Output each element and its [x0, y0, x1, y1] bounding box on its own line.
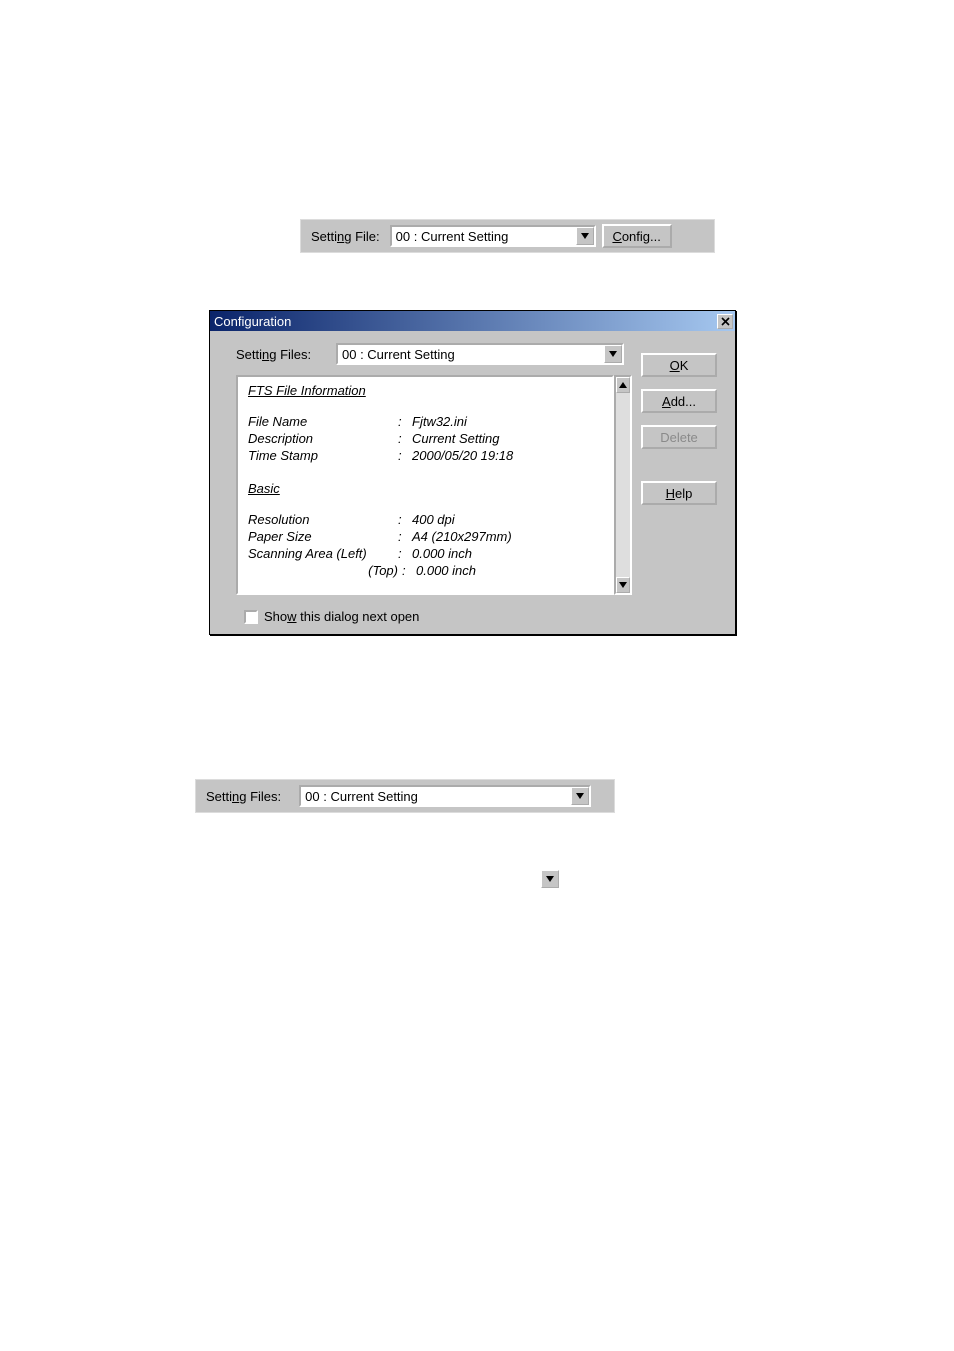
info-row-timestamp: Time Stamp : 2000/05/20 19:18 [248, 448, 602, 463]
setting-files-bar-combo[interactable] [299, 785, 591, 807]
scroll-down-icon[interactable] [616, 577, 630, 593]
setting-files-input[interactable] [338, 345, 604, 363]
dialog-body: Setting Files: FTS File Information File… [210, 331, 735, 634]
dialog-button-column: OK Add... Delete Help [641, 353, 717, 505]
info-panel: FTS File Information File Name : Fjtw32.… [236, 375, 614, 595]
chevron-down-icon[interactable] [576, 227, 594, 245]
help-button[interactable]: Help [641, 481, 717, 505]
config-button[interactable]: Config... [602, 224, 672, 248]
setting-file-combo[interactable] [390, 225, 596, 247]
setting-file-label: Setting File: [305, 229, 390, 244]
add-button[interactable]: Add... [641, 389, 717, 413]
info-row-scan-left: Scanning Area (Left) : 0.000 inch [248, 546, 602, 561]
setting-files-bar-input[interactable] [301, 787, 571, 805]
chevron-down-icon[interactable] [541, 870, 559, 888]
setting-file-bar: Setting File: Config... [300, 219, 715, 253]
delete-button: Delete [641, 425, 717, 449]
chevron-down-icon[interactable] [571, 787, 589, 805]
setting-file-input[interactable] [392, 227, 576, 245]
dialog-title: Configuration [214, 314, 291, 329]
info-row-description: Description : Current Setting [248, 431, 602, 446]
info-heading-fts: FTS File Information [248, 383, 602, 398]
info-heading-basic: Basic [248, 481, 602, 496]
show-dialog-checkbox[interactable] [244, 610, 258, 624]
info-row-papersize: Paper Size : A4 (210x297mm) [248, 529, 602, 544]
info-row-resolution: Resolution : 400 dpi [248, 512, 602, 527]
show-dialog-label: Show this dialog next open [264, 609, 419, 624]
setting-files-bar-label: Setting Files: [202, 789, 299, 804]
chevron-down-icon[interactable] [604, 345, 622, 363]
configuration-dialog: Configuration Setting Files: FTS File In… [209, 310, 736, 635]
info-row-filename: File Name : Fjtw32.ini [248, 414, 602, 429]
ok-button[interactable]: OK [641, 353, 717, 377]
info-row-scan-top: (Top) : 0.000 inch [248, 563, 602, 578]
setting-files-combo[interactable] [336, 343, 624, 365]
setting-files-label: Setting Files: [236, 347, 311, 362]
dialog-titlebar: Configuration [210, 311, 735, 331]
show-dialog-row: Show this dialog next open [244, 609, 419, 624]
setting-files-bar: Setting Files: [195, 779, 615, 813]
scroll-up-icon[interactable] [616, 377, 630, 393]
close-icon[interactable] [717, 314, 733, 329]
info-scrollbar[interactable] [614, 375, 632, 595]
